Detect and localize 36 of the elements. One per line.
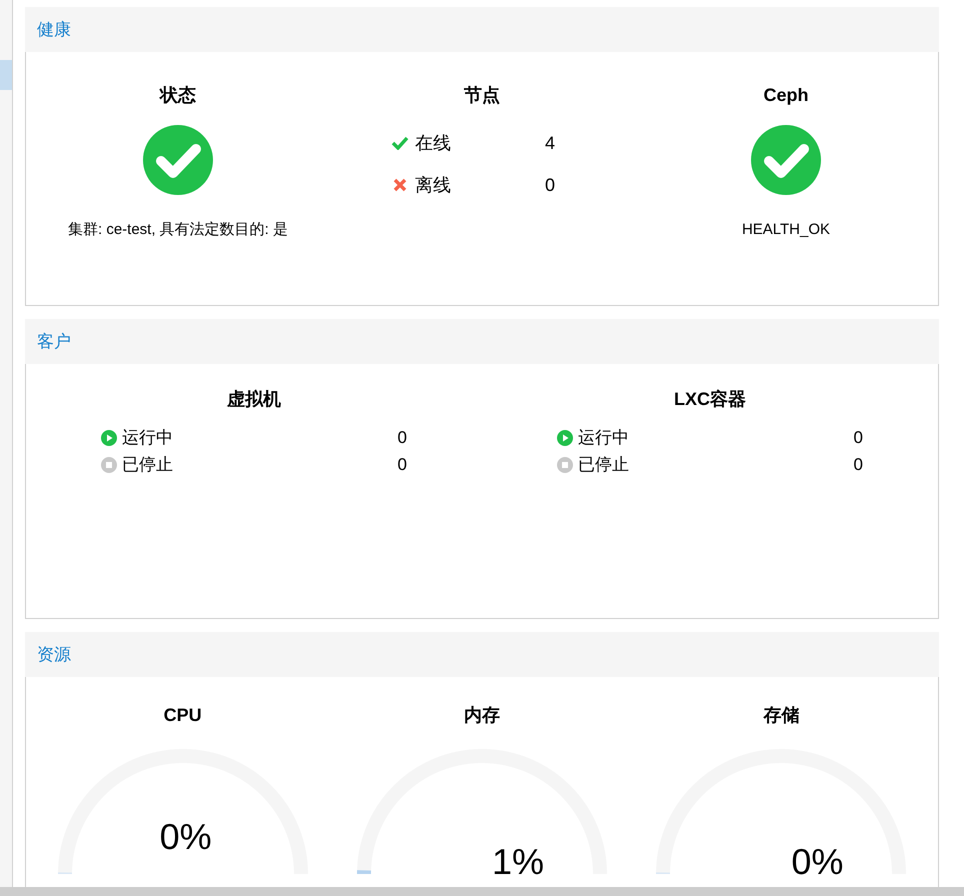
guest-status-label: 运行中: [578, 427, 630, 450]
node-status-label: 在线: [415, 132, 452, 154]
gauge-title: CPU: [164, 704, 202, 727]
panel-title: 资源: [37, 644, 71, 666]
node-status-label: 离线: [415, 174, 452, 196]
cross-icon: [393, 178, 407, 192]
guest-type-title: 虚拟机: [227, 388, 281, 411]
ceph-status-text: HEALTH_OK: [742, 220, 830, 240]
play-circle-icon: [101, 430, 117, 446]
check-icon: [391, 136, 409, 150]
guest-status-label: 已停止: [122, 454, 174, 476]
nodes-title: 节点: [464, 84, 500, 107]
guest-count: 0: [398, 454, 407, 476]
gauge-title: 存储: [763, 704, 800, 727]
gauge-reading: 0%: [160, 819, 212, 855]
panel-title: 健康: [37, 18, 71, 41]
guest-count: 0: [854, 454, 863, 476]
node-count: 4: [545, 132, 556, 154]
status-title: 状态: [160, 84, 196, 107]
guest-type-title: LXC容器: [674, 388, 746, 411]
stop-circle-icon: [101, 457, 117, 473]
ceph-title: Ceph: [764, 84, 808, 107]
horizontal-scrollbar[interactable]: [0, 887, 964, 896]
node-count: 0: [545, 174, 556, 196]
stop-circle-icon: [557, 457, 573, 473]
guest-count: 0: [854, 427, 863, 450]
sidebar-item[interactable]: [0, 60, 12, 90]
guest-status-label: 运行中: [122, 427, 174, 450]
guest-status-label: 已停止: [578, 454, 630, 476]
guest-count: 0: [398, 427, 407, 450]
gauge-title: 内存: [464, 704, 500, 727]
gauge-reading: 0%: [791, 844, 844, 880]
cluster-status-text: 集群: ce-test, 具有法定数目的: 是: [68, 220, 288, 240]
play-circle-icon: [557, 430, 573, 446]
panel-title: 客户: [37, 330, 71, 353]
gauge-reading: 1%: [492, 844, 544, 880]
